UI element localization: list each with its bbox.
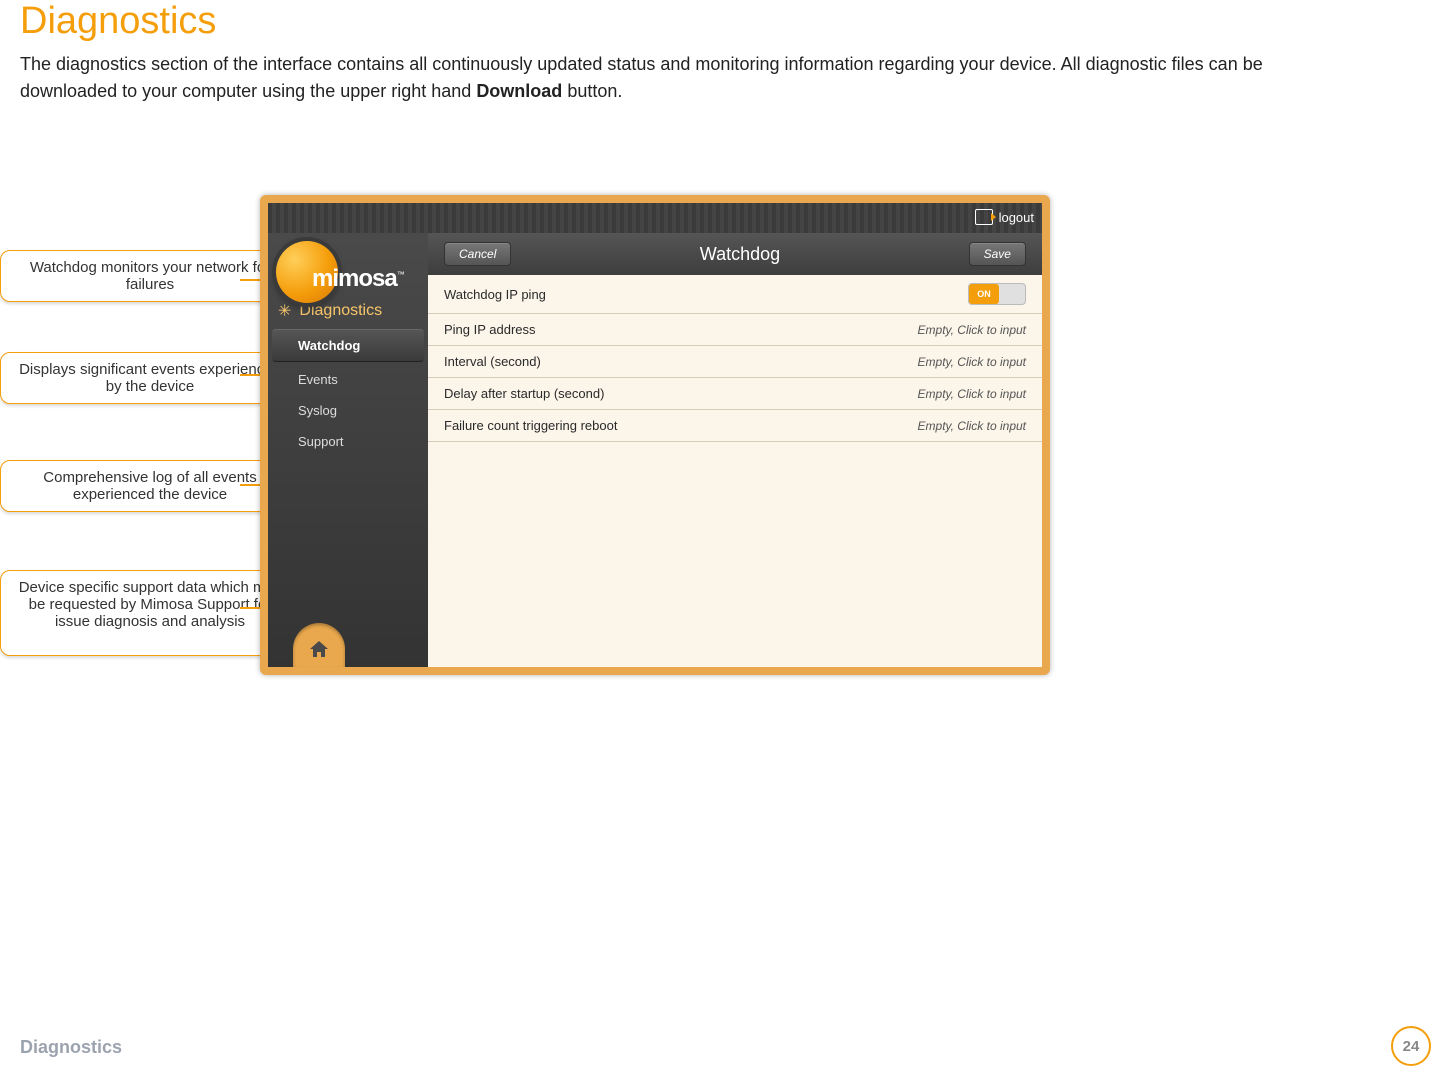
delay-after-startup-input[interactable]: Empty, Click to input bbox=[918, 387, 1026, 401]
row-label: Watchdog IP ping bbox=[444, 287, 546, 302]
brand-name: mimosa bbox=[312, 265, 397, 292]
callout-support: Device specific support data which may b… bbox=[0, 570, 300, 656]
row-label: Interval (second) bbox=[444, 354, 541, 369]
callout-syslog: Comprehensive log of all events experien… bbox=[0, 460, 300, 512]
row-ping-ip-address: Ping IP address Empty, Click to input bbox=[428, 314, 1042, 346]
row-failure-count: Failure count triggering reboot Empty, C… bbox=[428, 410, 1042, 442]
save-button[interactable]: Save bbox=[969, 242, 1026, 266]
callout-watchdog: Watchdog monitors your network for failu… bbox=[0, 250, 300, 302]
app-screenshot: logout mimosa™ ✳ Diagnostics Watchdog Ev… bbox=[260, 195, 1050, 675]
page-title: Diagnostics bbox=[20, 0, 1431, 43]
sidebar-item-watchdog[interactable]: Watchdog bbox=[272, 329, 424, 362]
app-sidebar: mimosa™ ✳ Diagnostics Watchdog Events Sy… bbox=[268, 233, 428, 667]
callout-events: Displays significant events experienced … bbox=[0, 352, 300, 404]
row-interval: Interval (second) Empty, Click to input bbox=[428, 346, 1042, 378]
home-button[interactable] bbox=[293, 623, 345, 667]
logout-label: logout bbox=[999, 210, 1034, 225]
interval-input[interactable]: Empty, Click to input bbox=[918, 355, 1026, 369]
footer-section-label: Diagnostics bbox=[20, 1037, 122, 1058]
panel-header: Cancel Watchdog Save bbox=[428, 233, 1042, 276]
app-content: Cancel Watchdog Save Watchdog IP ping ON… bbox=[428, 233, 1042, 667]
intro-paragraph: The diagnostics section of the interface… bbox=[20, 51, 1320, 105]
row-label: Failure count triggering reboot bbox=[444, 418, 617, 433]
row-label: Ping IP address bbox=[444, 322, 536, 337]
intro-text-after: button. bbox=[562, 81, 622, 101]
panel-title: Watchdog bbox=[700, 244, 780, 265]
failure-count-input[interactable]: Empty, Click to input bbox=[918, 419, 1026, 433]
sidebar-item-support[interactable]: Support bbox=[268, 426, 428, 457]
row-label: Delay after startup (second) bbox=[444, 386, 604, 401]
panel-body: Watchdog IP ping ON Ping IP address Empt… bbox=[428, 275, 1042, 667]
intro-text-before: The diagnostics section of the interface… bbox=[20, 54, 1263, 101]
logout-button[interactable]: logout bbox=[975, 209, 1034, 225]
intro-bold: Download bbox=[476, 81, 562, 101]
toggle-on-label: ON bbox=[969, 284, 999, 304]
watchdog-ip-ping-toggle[interactable]: ON bbox=[968, 283, 1026, 305]
diagnostics-icon: ✳ bbox=[278, 301, 291, 321]
ping-ip-address-input[interactable]: Empty, Click to input bbox=[918, 323, 1026, 337]
brand-tm: ™ bbox=[397, 270, 404, 279]
page-number-badge: 24 bbox=[1391, 1026, 1431, 1066]
home-icon bbox=[308, 639, 330, 659]
sidebar-item-syslog[interactable]: Syslog bbox=[268, 395, 428, 426]
brand-logo-text: mimosa™ bbox=[312, 265, 404, 293]
cancel-button[interactable]: Cancel bbox=[444, 242, 511, 266]
row-watchdog-ip-ping: Watchdog IP ping ON bbox=[428, 275, 1042, 314]
logout-icon bbox=[975, 209, 993, 225]
sidebar-section-label: Diagnostics bbox=[299, 302, 382, 320]
sidebar-item-events[interactable]: Events bbox=[268, 364, 428, 395]
app-topbar: logout bbox=[268, 203, 1042, 233]
row-delay-after-startup: Delay after startup (second) Empty, Clic… bbox=[428, 378, 1042, 410]
